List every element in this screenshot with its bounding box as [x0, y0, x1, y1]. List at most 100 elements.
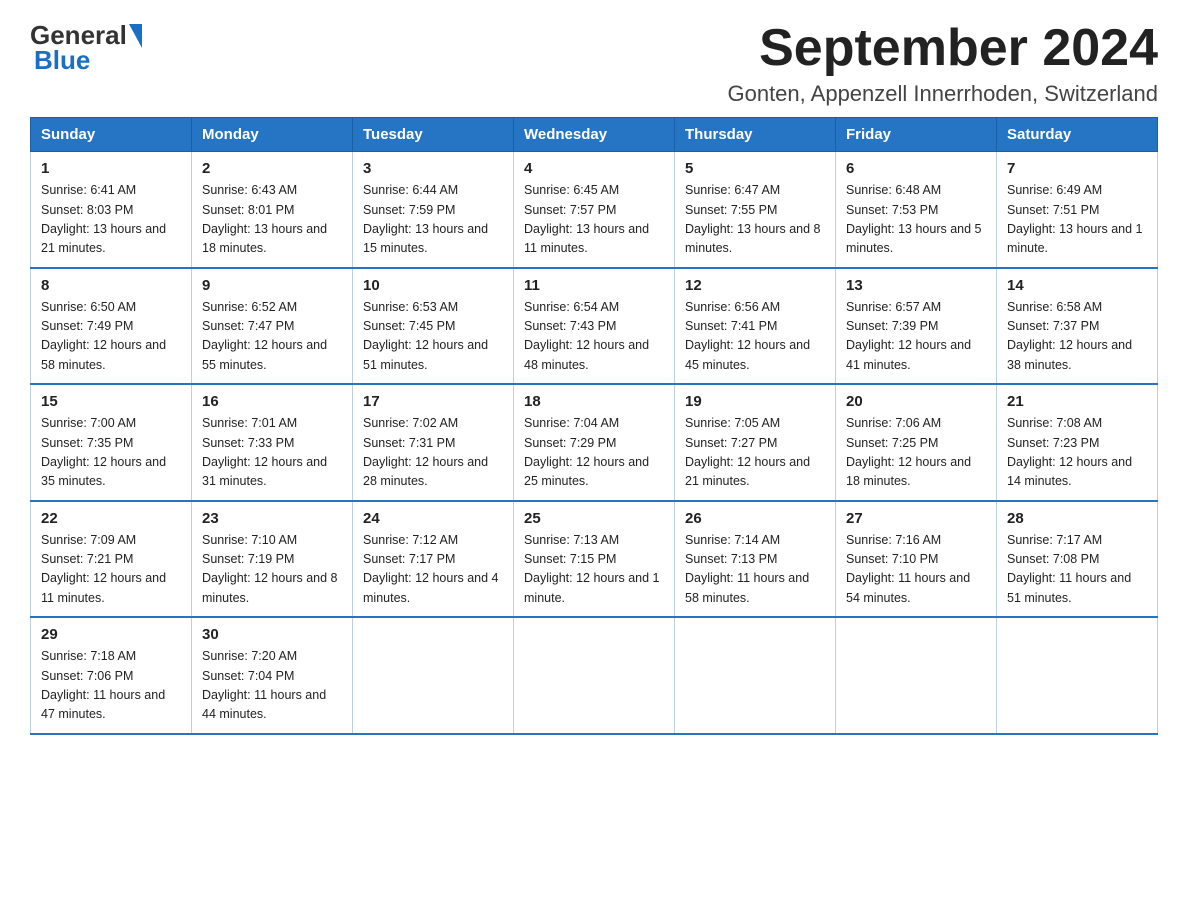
header-sunday: Sunday	[31, 118, 192, 152]
day-number: 19	[685, 393, 825, 410]
day-info: Sunrise: 7:08 AMSunset: 7:23 PMDaylight:…	[1007, 414, 1147, 492]
day-number: 3	[363, 160, 503, 177]
day-info: Sunrise: 7:02 AMSunset: 7:31 PMDaylight:…	[363, 414, 503, 492]
day-info: Sunrise: 6:43 AMSunset: 8:01 PMDaylight:…	[202, 181, 342, 259]
table-row: 29 Sunrise: 7:18 AMSunset: 7:06 PMDaylig…	[31, 617, 192, 734]
header-saturday: Saturday	[997, 118, 1158, 152]
day-info: Sunrise: 7:01 AMSunset: 7:33 PMDaylight:…	[202, 414, 342, 492]
day-number: 2	[202, 160, 342, 177]
day-number: 11	[524, 277, 664, 294]
day-info: Sunrise: 7:13 AMSunset: 7:15 PMDaylight:…	[524, 531, 664, 609]
day-number: 29	[41, 626, 181, 643]
day-info: Sunrise: 7:17 AMSunset: 7:08 PMDaylight:…	[1007, 531, 1147, 609]
table-row: 7 Sunrise: 6:49 AMSunset: 7:51 PMDayligh…	[997, 152, 1158, 268]
day-info: Sunrise: 7:18 AMSunset: 7:06 PMDaylight:…	[41, 647, 181, 725]
day-info: Sunrise: 6:57 AMSunset: 7:39 PMDaylight:…	[846, 298, 986, 376]
logo: General Blue	[30, 20, 144, 76]
table-row: 9 Sunrise: 6:52 AMSunset: 7:47 PMDayligh…	[192, 268, 353, 385]
table-row: 25 Sunrise: 7:13 AMSunset: 7:15 PMDaylig…	[514, 501, 675, 618]
day-info: Sunrise: 6:41 AMSunset: 8:03 PMDaylight:…	[41, 181, 181, 259]
day-info: Sunrise: 6:47 AMSunset: 7:55 PMDaylight:…	[685, 181, 825, 259]
day-info: Sunrise: 7:14 AMSunset: 7:13 PMDaylight:…	[685, 531, 825, 609]
table-row: 14 Sunrise: 6:58 AMSunset: 7:37 PMDaylig…	[997, 268, 1158, 385]
day-info: Sunrise: 6:54 AMSunset: 7:43 PMDaylight:…	[524, 298, 664, 376]
table-row: 23 Sunrise: 7:10 AMSunset: 7:19 PMDaylig…	[192, 501, 353, 618]
day-number: 15	[41, 393, 181, 410]
header-friday: Friday	[836, 118, 997, 152]
calendar-week-row: 15 Sunrise: 7:00 AMSunset: 7:35 PMDaylig…	[31, 384, 1158, 501]
day-info: Sunrise: 7:20 AMSunset: 7:04 PMDaylight:…	[202, 647, 342, 725]
day-number: 21	[1007, 393, 1147, 410]
day-number: 18	[524, 393, 664, 410]
day-number: 26	[685, 510, 825, 527]
table-row: 8 Sunrise: 6:50 AMSunset: 7:49 PMDayligh…	[31, 268, 192, 385]
table-row: 19 Sunrise: 7:05 AMSunset: 7:27 PMDaylig…	[675, 384, 836, 501]
table-row: 12 Sunrise: 6:56 AMSunset: 7:41 PMDaylig…	[675, 268, 836, 385]
day-info: Sunrise: 7:10 AMSunset: 7:19 PMDaylight:…	[202, 531, 342, 609]
table-row: 26 Sunrise: 7:14 AMSunset: 7:13 PMDaylig…	[675, 501, 836, 618]
table-row	[353, 617, 514, 734]
day-info: Sunrise: 6:45 AMSunset: 7:57 PMDaylight:…	[524, 181, 664, 259]
day-number: 10	[363, 277, 503, 294]
day-info: Sunrise: 7:16 AMSunset: 7:10 PMDaylight:…	[846, 531, 986, 609]
day-info: Sunrise: 7:09 AMSunset: 7:21 PMDaylight:…	[41, 531, 181, 609]
table-row	[997, 617, 1158, 734]
table-row: 1 Sunrise: 6:41 AMSunset: 8:03 PMDayligh…	[31, 152, 192, 268]
day-number: 23	[202, 510, 342, 527]
day-number: 1	[41, 160, 181, 177]
table-row: 11 Sunrise: 6:54 AMSunset: 7:43 PMDaylig…	[514, 268, 675, 385]
day-number: 6	[846, 160, 986, 177]
calendar-week-row: 8 Sunrise: 6:50 AMSunset: 7:49 PMDayligh…	[31, 268, 1158, 385]
day-number: 28	[1007, 510, 1147, 527]
table-row: 13 Sunrise: 6:57 AMSunset: 7:39 PMDaylig…	[836, 268, 997, 385]
day-number: 24	[363, 510, 503, 527]
day-info: Sunrise: 6:48 AMSunset: 7:53 PMDaylight:…	[846, 181, 986, 259]
table-row: 28 Sunrise: 7:17 AMSunset: 7:08 PMDaylig…	[997, 501, 1158, 618]
day-info: Sunrise: 6:49 AMSunset: 7:51 PMDaylight:…	[1007, 181, 1147, 259]
table-row: 4 Sunrise: 6:45 AMSunset: 7:57 PMDayligh…	[514, 152, 675, 268]
day-info: Sunrise: 7:05 AMSunset: 7:27 PMDaylight:…	[685, 414, 825, 492]
day-info: Sunrise: 7:00 AMSunset: 7:35 PMDaylight:…	[41, 414, 181, 492]
day-info: Sunrise: 6:52 AMSunset: 7:47 PMDaylight:…	[202, 298, 342, 376]
table-row	[836, 617, 997, 734]
location-subtitle: Gonten, Appenzell Innerrhoden, Switzerla…	[727, 81, 1158, 107]
calendar-week-row: 22 Sunrise: 7:09 AMSunset: 7:21 PMDaylig…	[31, 501, 1158, 618]
table-row: 15 Sunrise: 7:00 AMSunset: 7:35 PMDaylig…	[31, 384, 192, 501]
day-number: 14	[1007, 277, 1147, 294]
day-number: 5	[685, 160, 825, 177]
table-row: 18 Sunrise: 7:04 AMSunset: 7:29 PMDaylig…	[514, 384, 675, 501]
table-row: 3 Sunrise: 6:44 AMSunset: 7:59 PMDayligh…	[353, 152, 514, 268]
day-number: 17	[363, 393, 503, 410]
day-number: 13	[846, 277, 986, 294]
table-row: 6 Sunrise: 6:48 AMSunset: 7:53 PMDayligh…	[836, 152, 997, 268]
table-row: 20 Sunrise: 7:06 AMSunset: 7:25 PMDaylig…	[836, 384, 997, 501]
table-row	[675, 617, 836, 734]
calendar-table: Sunday Monday Tuesday Wednesday Thursday…	[30, 117, 1158, 735]
table-row: 30 Sunrise: 7:20 AMSunset: 7:04 PMDaylig…	[192, 617, 353, 734]
table-row: 16 Sunrise: 7:01 AMSunset: 7:33 PMDaylig…	[192, 384, 353, 501]
calendar-week-row: 29 Sunrise: 7:18 AMSunset: 7:06 PMDaylig…	[31, 617, 1158, 734]
header-tuesday: Tuesday	[353, 118, 514, 152]
day-info: Sunrise: 6:50 AMSunset: 7:49 PMDaylight:…	[41, 298, 181, 376]
logo-text-blue: Blue	[30, 45, 90, 76]
table-row: 27 Sunrise: 7:16 AMSunset: 7:10 PMDaylig…	[836, 501, 997, 618]
day-info: Sunrise: 7:12 AMSunset: 7:17 PMDaylight:…	[363, 531, 503, 609]
logo-triangle-icon	[129, 24, 142, 48]
table-row: 5 Sunrise: 6:47 AMSunset: 7:55 PMDayligh…	[675, 152, 836, 268]
day-info: Sunrise: 6:53 AMSunset: 7:45 PMDaylight:…	[363, 298, 503, 376]
day-number: 4	[524, 160, 664, 177]
day-number: 9	[202, 277, 342, 294]
calendar-header-row: Sunday Monday Tuesday Wednesday Thursday…	[31, 118, 1158, 152]
day-info: Sunrise: 6:58 AMSunset: 7:37 PMDaylight:…	[1007, 298, 1147, 376]
month-year-title: September 2024	[727, 20, 1158, 77]
day-number: 8	[41, 277, 181, 294]
day-number: 30	[202, 626, 342, 643]
day-info: Sunrise: 7:06 AMSunset: 7:25 PMDaylight:…	[846, 414, 986, 492]
header-thursday: Thursday	[675, 118, 836, 152]
calendar-week-row: 1 Sunrise: 6:41 AMSunset: 8:03 PMDayligh…	[31, 152, 1158, 268]
day-info: Sunrise: 6:56 AMSunset: 7:41 PMDaylight:…	[685, 298, 825, 376]
table-row: 24 Sunrise: 7:12 AMSunset: 7:17 PMDaylig…	[353, 501, 514, 618]
header-wednesday: Wednesday	[514, 118, 675, 152]
table-row	[514, 617, 675, 734]
table-row: 22 Sunrise: 7:09 AMSunset: 7:21 PMDaylig…	[31, 501, 192, 618]
